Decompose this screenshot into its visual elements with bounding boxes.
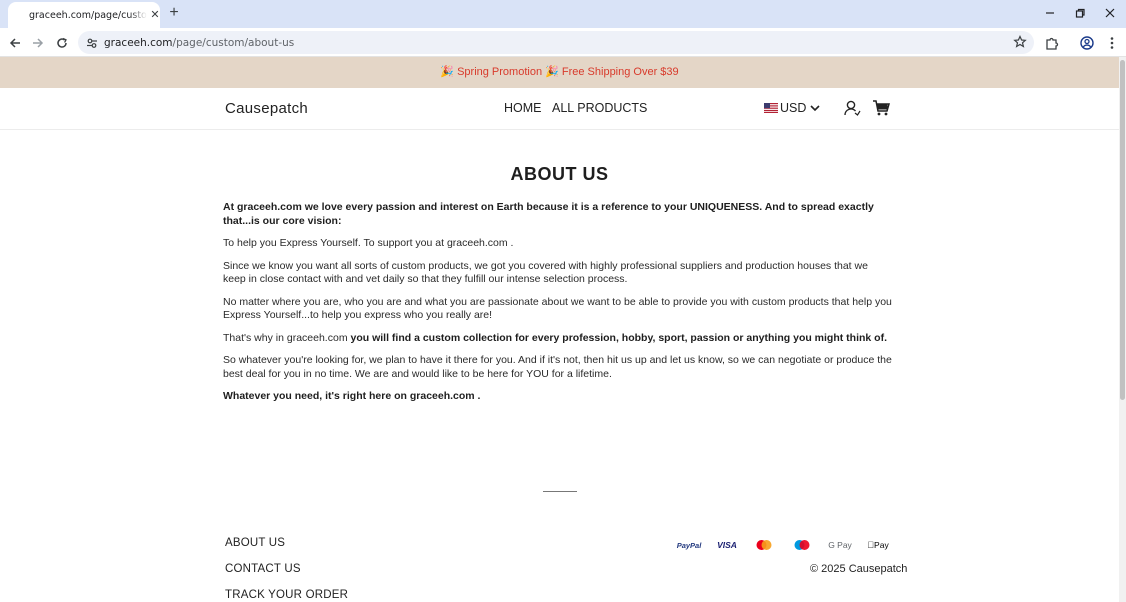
visa-label: VISA [717, 540, 737, 550]
reload-icon[interactable] [53, 34, 71, 52]
us-flag-icon [764, 103, 778, 113]
currency-label: USD [780, 101, 807, 115]
footer-divider [543, 491, 577, 492]
profile-icon[interactable] [1078, 34, 1096, 52]
apple-pay-label: Pay [870, 540, 889, 550]
paypal-label: PayPal [676, 540, 702, 550]
brand-logo[interactable]: Causepatch [225, 100, 308, 117]
back-icon[interactable] [6, 34, 24, 52]
chevron-down-icon [810, 105, 820, 112]
about-paragraph-closing: Whatever you need, it's right here on gr… [223, 390, 893, 404]
about-paragraph-collection-lead: That's why in graceeh.com [223, 331, 351, 344]
promo-banner[interactable]: 🎉 Spring Promotion 🎉 Free Shipping Over … [0, 57, 1119, 88]
page-scrollbar-thumb[interactable] [1120, 60, 1125, 400]
about-paragraph-collection: That's why in graceeh.com you will find … [223, 332, 893, 346]
url-text: graceeh.com/page/custom/about-us [104, 37, 294, 49]
paypal-icon: PayPal [672, 537, 706, 553]
site-header: Causepatch HOME ALL PRODUCTS USD [0, 88, 1119, 130]
about-paragraph: To help you Express Yourself. To support… [223, 237, 514, 249]
page-title: ABOUT US [510, 164, 609, 184]
browser-tab-strip: graceeh.com/page/custom/about-us ✕ + [0, 0, 1126, 28]
mastercard-icon [752, 537, 776, 553]
copyright-text: © 2025 Causepatch [810, 563, 908, 575]
new-tab-icon[interactable]: + [166, 5, 182, 21]
about-paragraph-intro-text: At graceeh.com we love every passion and… [223, 201, 874, 227]
visa-icon: VISA [714, 537, 740, 553]
about-paragraph-closing-text: Whatever you need, it's right here on gr… [223, 390, 481, 402]
restore-icon[interactable] [1071, 5, 1089, 21]
about-paragraph-collection-bold: you will find a custom collection for ev… [350, 331, 888, 344]
about-paragraph: Since we know you want all sorts of cust… [223, 259, 868, 286]
tab-close-icon[interactable]: ✕ [148, 8, 162, 22]
url-path: /page/custom/about-us [172, 37, 295, 49]
currency-selector[interactable]: USD [764, 101, 820, 115]
maestro-icon [790, 537, 814, 553]
browser-tab[interactable]: graceeh.com/page/custom/about-us ✕ [8, 2, 160, 28]
bookmark-star-icon[interactable] [1013, 35, 1027, 54]
browser-menu-icon[interactable] [1103, 34, 1121, 52]
footer-link-track-order[interactable]: TRACK YOUR ORDER [225, 589, 348, 601]
tab-title: graceeh.com/page/custom/about-us [29, 10, 147, 21]
extensions-icon[interactable] [1043, 34, 1061, 52]
cart-icon[interactable] [872, 99, 890, 117]
about-paragraph-intro: At graceeh.com we love every passion and… [223, 201, 893, 228]
nav-all-products[interactable]: ALL PRODUCTS [552, 101, 647, 115]
google-pay-icon: G Pay [826, 537, 854, 553]
address-bar[interactable]: graceeh.com/page/custom/about-us [78, 31, 1034, 54]
about-paragraph: So whatever you're looking for, we plan … [223, 354, 892, 380]
about-content: At graceeh.com we love every passion and… [223, 201, 893, 413]
footer-link-contact-us[interactable]: CONTACT US [225, 563, 301, 575]
forward-icon[interactable] [29, 34, 47, 52]
footer-link-about-us[interactable]: ABOUT US [225, 537, 285, 549]
browser-toolbar: graceeh.com/page/custom/about-us [0, 28, 1126, 57]
site-info-icon[interactable] [86, 36, 98, 54]
account-icon[interactable] [843, 99, 861, 117]
about-paragraph: No matter where you are, who you are and… [223, 295, 892, 322]
apple-pay-icon: Pay [864, 537, 892, 553]
url-domain: graceeh.com [104, 37, 173, 49]
close-window-icon[interactable] [1101, 5, 1119, 21]
nav-home[interactable]: HOME [504, 101, 542, 115]
google-pay-label: G Pay [828, 540, 852, 550]
minimize-icon[interactable] [1041, 5, 1059, 21]
